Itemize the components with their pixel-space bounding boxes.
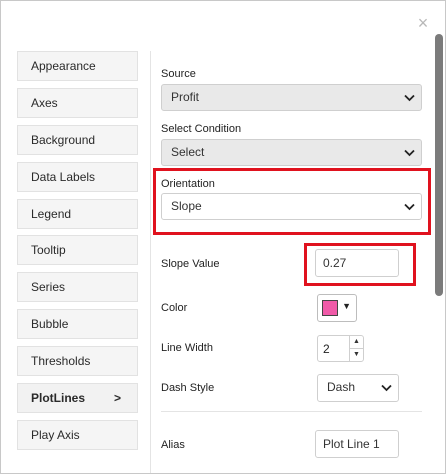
color-label: Color (161, 302, 188, 314)
nav-item-tooltip[interactable]: Tooltip (17, 235, 138, 266)
nav-item-label: Axes (31, 95, 58, 110)
caret-down-icon: ▼ (342, 301, 351, 311)
chevron-down-icon (404, 140, 415, 165)
line-width-stepper[interactable]: 2 ▲ ▼ (317, 335, 364, 362)
condition-select[interactable]: Select (161, 139, 422, 166)
chevron-down-icon (404, 85, 415, 110)
panel-divider (150, 51, 151, 473)
nav-item-label: Thresholds (31, 354, 91, 369)
nav-item-label: PlotLines (31, 391, 86, 406)
alias-value: Plot Line 1 (323, 437, 380, 451)
source-label: Source (161, 68, 196, 80)
nav-item-play-axis[interactable]: Play Axis (17, 419, 138, 450)
nav-item-appearance[interactable]: Appearance (17, 51, 138, 81)
orientation-value: Slope (171, 199, 202, 213)
nav-item-background[interactable]: Background (17, 124, 138, 155)
slope-label: Slope Value (161, 258, 220, 270)
color-swatch (322, 300, 338, 316)
source-value: Profit (171, 90, 200, 104)
settings-nav: Appearance Axes Background Data Labels L… (17, 51, 138, 457)
nav-item-label: Bubble (31, 317, 69, 332)
dash-style-label: Dash Style (161, 382, 215, 394)
chevron-down-icon (381, 375, 392, 400)
orientation-select[interactable]: Slope (161, 193, 422, 220)
nav-item-legend[interactable]: Legend (17, 198, 138, 229)
nav-item-label: Series (31, 280, 66, 295)
dash-style-value: Dash (327, 380, 356, 394)
section-divider (161, 411, 422, 412)
stepper-arrows: ▲ ▼ (349, 336, 363, 361)
alias-label: Alias (161, 439, 185, 451)
nav-item-bubble[interactable]: Bubble (17, 309, 138, 340)
alias-input[interactable]: Plot Line 1 (315, 430, 399, 458)
nav-item-label: Background (31, 132, 96, 147)
chevron-right-icon: > (113, 391, 121, 406)
nav-item-data-labels[interactable]: Data Labels (17, 161, 138, 192)
nav-item-series[interactable]: Series (17, 272, 138, 303)
close-icon[interactable]: × (415, 14, 431, 32)
condition-value: Select (171, 145, 205, 159)
line-width-label: Line Width (161, 342, 213, 354)
condition-label: Select Condition (161, 123, 242, 135)
dash-style-select[interactable]: Dash (317, 374, 399, 402)
line-width-value: 2 (323, 342, 330, 356)
nav-item-label: Tooltip (31, 243, 66, 258)
decrement-icon[interactable]: ▼ (350, 349, 363, 362)
orientation-label: Orientation (161, 178, 215, 190)
plotlines-settings-dialog: × Appearance Axes Background Data Labels… (0, 0, 446, 474)
nav-item-plotlines[interactable]: PlotLines > (17, 383, 138, 414)
nav-item-thresholds[interactable]: Thresholds (17, 346, 138, 377)
nav-item-label: Data Labels (31, 169, 96, 184)
nav-item-label: Appearance (31, 59, 96, 73)
vertical-scrollbar[interactable] (435, 34, 443, 296)
nav-item-label: Legend (31, 206, 72, 221)
color-picker[interactable]: ▼ (317, 294, 357, 322)
chevron-down-icon (404, 194, 415, 219)
nav-item-label: Play Axis (31, 427, 80, 442)
slope-input[interactable]: 0.27 (315, 249, 399, 277)
source-select[interactable]: Profit (161, 84, 422, 111)
increment-icon[interactable]: ▲ (350, 336, 363, 349)
slope-value: 0.27 (323, 256, 347, 270)
nav-item-axes[interactable]: Axes (17, 87, 138, 118)
